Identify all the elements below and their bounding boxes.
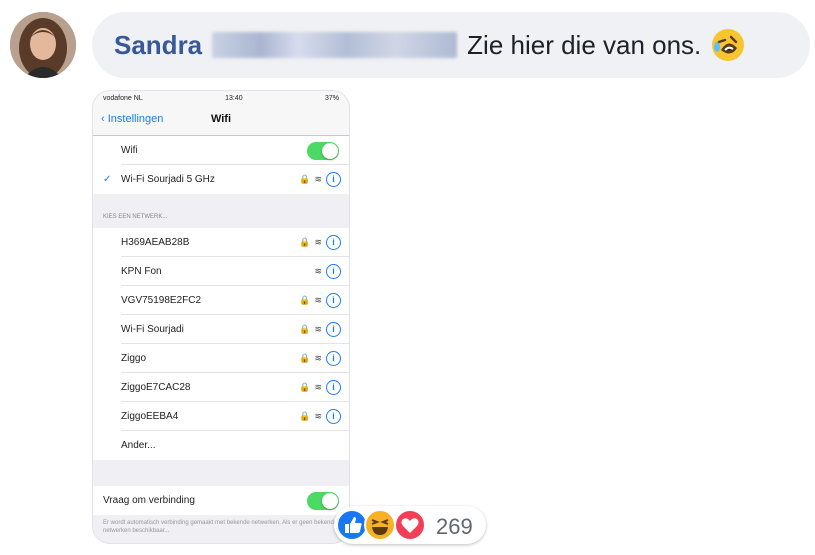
network-row: H369AEAB28B 🔒 ≋ i	[93, 228, 349, 257]
nav-title: Wifi	[210, 113, 232, 125]
wifi-signal-icon: ≋	[314, 237, 322, 247]
wifi-signal-icon: ≋	[314, 324, 322, 334]
connected-network-row: ✓ Wi-Fi Sourjadi 5 GHz 🔒 ≋ i	[93, 165, 349, 194]
info-icon: i	[326, 380, 341, 395]
wifi-screenshot-image[interactable]: vodafone NL 13:40 37% ‹ Instellingen Wif…	[92, 90, 350, 544]
info-icon: i	[326, 235, 341, 250]
network-name: VGV75198E2FC2	[121, 295, 202, 306]
network-name: Ziggo	[121, 353, 147, 364]
haha-reaction-icon	[364, 509, 396, 541]
section-header: KIES EEN NETWERK...	[103, 214, 168, 220]
info-icon: i	[326, 409, 341, 424]
info-icon: i	[326, 293, 341, 308]
carrier-label: vodafone NL	[103, 94, 143, 102]
connected-network-name: Wi-Fi Sourjadi 5 GHz	[121, 174, 215, 185]
lock-icon: 🔒	[299, 237, 311, 247]
comment-text: Zie hier die van ons.	[467, 29, 702, 60]
checkmark-icon: ✓	[103, 174, 112, 185]
comment-bubble: Sandra Zie hier die van ons.	[92, 12, 810, 78]
info-icon: i	[326, 351, 341, 366]
network-name: KPN Fon	[121, 266, 162, 277]
lock-icon: 🔒	[299, 411, 311, 421]
other-network-label: Ander...	[121, 440, 156, 451]
lock-icon: 🔒	[299, 353, 311, 363]
lock-icon: 🔒	[299, 324, 311, 334]
network-name: H369AEAB28B	[121, 237, 190, 248]
info-icon: i	[326, 264, 341, 279]
wifi-signal-icon: ≋	[314, 174, 322, 184]
network-list: H369AEAB28B 🔒 ≋ i KPN Fon ≋ i VGV75198E2FC2 🔒 ≋ i W…	[93, 228, 349, 431]
ask-to-join-label: Vraag om verbinding	[103, 495, 195, 506]
lock-icon: 🔒	[299, 174, 311, 184]
wifi-toggle	[307, 142, 339, 160]
wifi-group: Wifi ✓ Wi-Fi Sourjadi 5 GHz 🔒 ≋ i	[93, 136, 349, 194]
footer-text: Er wordt automatisch verbinding gemaakt …	[103, 520, 338, 534]
reactions-summary[interactable]: 269	[334, 506, 486, 544]
network-name: Wi-Fi Sourjadi	[121, 324, 184, 335]
network-name: ZiggoE7CAC28	[121, 382, 191, 393]
info-icon: i	[326, 172, 341, 187]
wifi-signal-icon: ≋	[314, 411, 322, 421]
network-row: VGV75198E2FC2 🔒 ≋ i	[93, 286, 349, 315]
wifi-toggle-label: Wifi	[121, 145, 138, 156]
wifi-signal-icon: ≋	[314, 353, 322, 363]
lock-icon: 🔒	[299, 382, 311, 392]
comment-author[interactable]: Sandra	[114, 30, 202, 61]
wifi-toggle-row: Wifi	[93, 136, 349, 165]
reaction-count: 269	[436, 514, 473, 539]
ask-to-join-row: Vraag om verbinding	[93, 486, 349, 515]
other-network-row: Ander...	[93, 431, 349, 460]
battery-label: 37%	[324, 94, 339, 102]
wifi-signal-icon: ≋	[314, 266, 322, 276]
network-row: KPN Fon ≋ i	[93, 257, 349, 286]
network-row: Wi-Fi Sourjadi 🔒 ≋ i	[93, 315, 349, 344]
network-name: ZiggoEEBA4	[121, 411, 179, 422]
rofl-emoji-icon	[712, 29, 745, 61]
network-row: ZiggoEEBA4 🔒 ≋ i	[93, 402, 349, 431]
network-row: Ziggo 🔒 ≋ i	[93, 344, 349, 373]
lock-icon: 🔒	[299, 295, 311, 305]
ask-to-join-toggle	[307, 492, 339, 510]
time-label: 13:40	[225, 94, 243, 102]
status-bar: vodafone NL 13:40 37%	[93, 91, 349, 105]
wifi-signal-icon: ≋	[314, 382, 322, 392]
nav-bar: ‹ Instellingen Wifi	[93, 105, 349, 136]
wifi-signal-icon: ≋	[314, 295, 322, 305]
info-icon: i	[326, 322, 341, 337]
network-row: ZiggoE7CAC28 🔒 ≋ i	[93, 373, 349, 402]
avatar[interactable]	[10, 12, 76, 78]
love-reaction-icon	[394, 509, 426, 541]
blurred-surname	[212, 32, 458, 58]
